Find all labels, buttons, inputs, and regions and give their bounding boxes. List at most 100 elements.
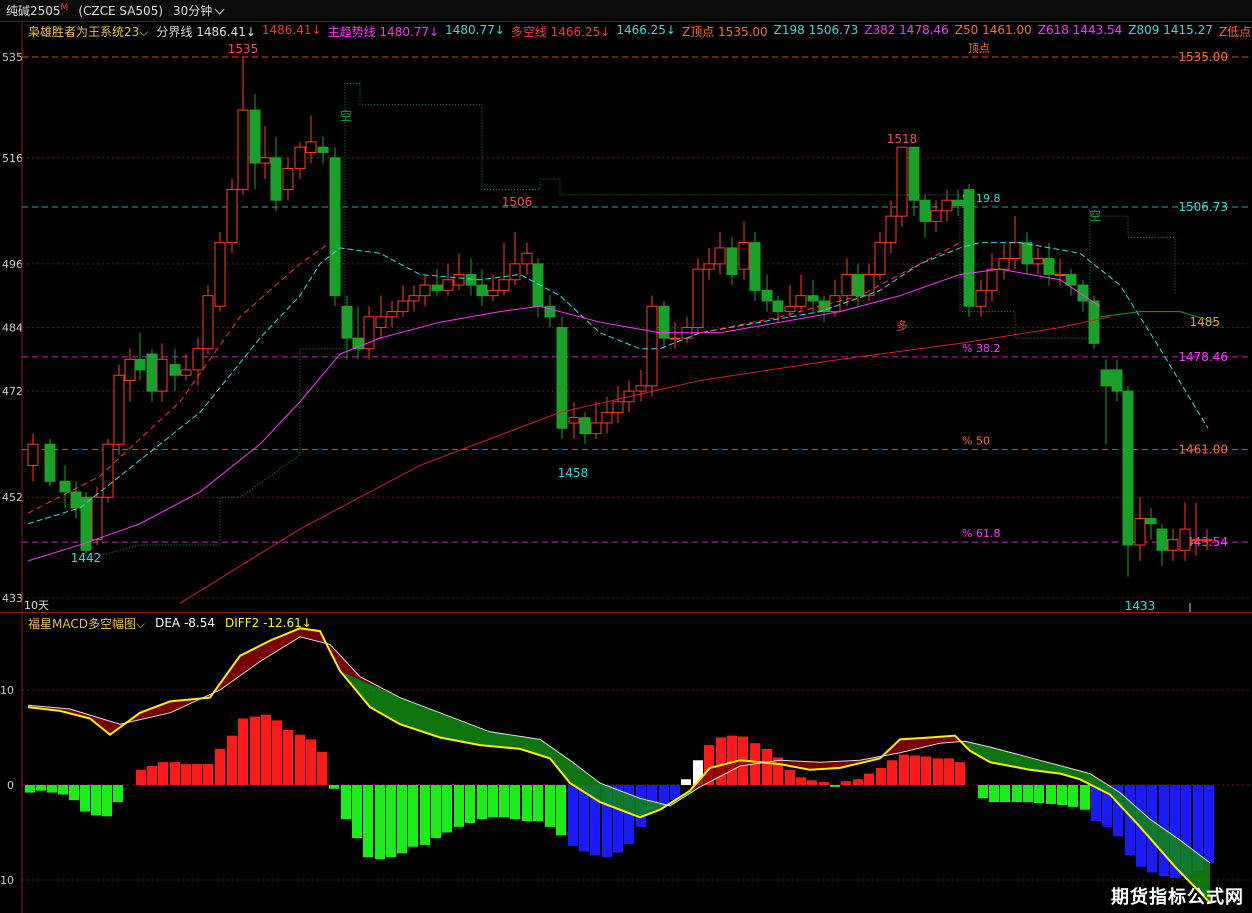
macd-histogram-bar: [477, 785, 487, 820]
candle-body: [1009, 242, 1021, 260]
candle-body: [453, 273, 465, 286]
macd-histogram-bar: [136, 769, 146, 785]
candle-body: [795, 295, 807, 307]
macd-histogram-bar: [375, 785, 385, 860]
macd-histogram-bar: [944, 758, 954, 785]
macd-legend: 福星MACD多空幅图⌵ DEA -8.54 DIFF2 -12.61↓: [28, 614, 312, 632]
price-chart[interactable]: 535516496484472452433顶点1535.00% 19.81506…: [0, 0, 1252, 913]
candle-body: [214, 242, 226, 307]
macd-histogram-bar: [681, 779, 691, 785]
macd-histogram-bar: [283, 729, 293, 785]
ma-line-red-long: [179, 316, 1111, 604]
candle-body: [329, 157, 341, 297]
candle-body: [134, 358, 146, 371]
fib-level-name: % 50: [962, 434, 990, 447]
candle-body: [761, 289, 773, 302]
macd-histogram-bar: [1057, 785, 1067, 805]
candle-body: [1111, 369, 1123, 392]
candle-body: [772, 300, 784, 313]
high-1518-label: 1518: [887, 132, 918, 146]
candle-body: [646, 305, 658, 387]
candle-body: [146, 353, 158, 392]
macd-histogram-bar: [1023, 785, 1033, 803]
macd-histogram-bar: [352, 785, 362, 839]
candle-body: [579, 417, 591, 435]
candle-body: [952, 199, 964, 207]
candle-body: [568, 417, 580, 424]
low-1433-label: 1433: [1125, 599, 1156, 613]
macd-histogram-bar: [853, 779, 863, 785]
candle-body: [738, 242, 750, 270]
candle-body: [841, 273, 853, 297]
macd-histogram-bar: [1046, 785, 1056, 804]
candle-body: [27, 443, 39, 466]
candle-body: [749, 242, 761, 291]
macd-histogram-bar: [181, 764, 191, 785]
macd-histogram-bar: [238, 718, 248, 785]
candle-body: [202, 295, 214, 350]
candle-body: [601, 411, 613, 424]
low-1458-label: 1458: [558, 466, 589, 480]
macd-fill-up: [28, 628, 400, 735]
macd-histogram-bar: [113, 785, 123, 803]
candle-body: [1054, 273, 1066, 276]
macd-histogram-bar: [556, 785, 566, 836]
macd-histogram-bar: [158, 762, 168, 785]
macd-histogram-bar: [454, 785, 464, 827]
candle-body: [930, 210, 942, 222]
candle-body: [1179, 528, 1191, 551]
macd-histogram-bar: [69, 785, 79, 801]
macd-histogram-bar: [465, 785, 475, 823]
candle-body: [476, 284, 488, 297]
stop-step-line: [99, 83, 1176, 557]
macd-histogram-bar: [1080, 785, 1090, 810]
candle-body: [169, 364, 181, 376]
candle-body: [612, 401, 624, 413]
macd-histogram-bar: [762, 748, 772, 785]
candle-body: [1190, 539, 1202, 542]
candle-body: [998, 258, 1010, 270]
macd-histogram-bar: [819, 782, 829, 785]
candle-body: [419, 284, 431, 297]
macd-histogram-bar: [830, 785, 840, 787]
macd-histogram-bar: [488, 785, 498, 818]
macd-histogram-bar: [306, 739, 316, 785]
macd-histogram-bar: [261, 714, 271, 785]
macd-histogram-bar: [510, 785, 520, 820]
macd-histogram-bar: [807, 780, 817, 785]
price-axis-label: 535: [2, 51, 23, 64]
candle-body: [975, 289, 987, 307]
ma-line-cyan: [27, 242, 1209, 525]
macd-histogram-bar: [785, 769, 795, 785]
macd-histogram-bar: [329, 785, 339, 789]
candle-body: [59, 480, 71, 493]
macd-histogram-bar: [989, 785, 999, 803]
fib-level-value: 1461.00: [1178, 442, 1228, 456]
macd-histogram-bar: [341, 785, 351, 820]
candle-body: [941, 199, 953, 212]
candle-body: [431, 284, 443, 291]
candle-body: [986, 268, 998, 291]
macd-histogram-bar: [1000, 785, 1010, 803]
macd-histogram-bar: [955, 762, 965, 785]
macd-histogram-bar: [192, 764, 202, 785]
candle-body: [1122, 390, 1134, 546]
candle-body: [532, 263, 544, 307]
macd-histogram-bar: [250, 716, 260, 785]
candle-body: [294, 146, 306, 169]
macd-histogram-bar: [295, 734, 305, 785]
candle-body: [1065, 273, 1077, 286]
candle-body: [1145, 517, 1157, 525]
candle-body: [1021, 242, 1033, 265]
price-axis-label: 516: [2, 152, 23, 165]
candle-body: [1167, 539, 1179, 551]
candle-body: [692, 268, 704, 328]
macd-histogram-bar: [431, 785, 441, 839]
macd-histogram-bar: [841, 781, 851, 785]
candle-body: [386, 311, 398, 318]
macd-histogram-bar: [317, 751, 327, 785]
macd-title[interactable]: 福星MACD多空幅图⌵: [28, 615, 145, 632]
candle-body: [1032, 258, 1044, 265]
macd-histogram-bar: [36, 785, 46, 791]
macd-histogram-bar: [933, 758, 943, 785]
